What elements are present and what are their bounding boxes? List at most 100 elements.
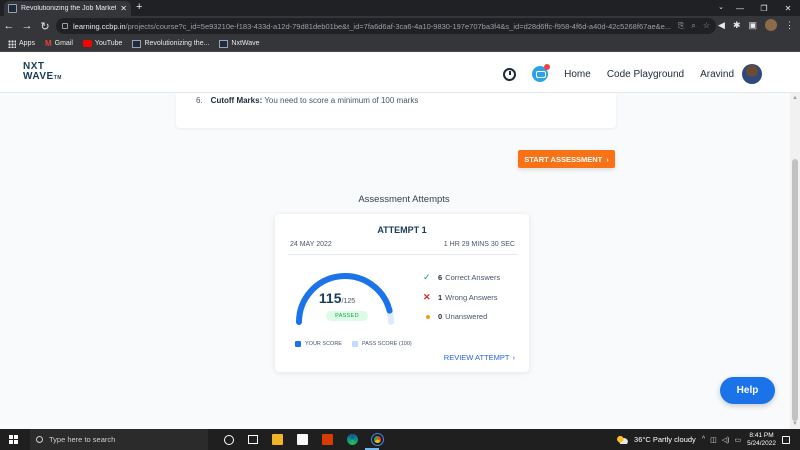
- forward-icon[interactable]: →: [18, 20, 36, 32]
- window-controls: — ❐ ✕: [728, 0, 800, 16]
- stat-unanswered: 0 Unanswered: [423, 312, 500, 321]
- tab-close-icon[interactable]: ✕: [120, 4, 127, 13]
- chevron-right-icon: ›: [606, 154, 609, 164]
- notification-icon[interactable]: [782, 435, 790, 444]
- edge-icon[interactable]: [347, 434, 358, 445]
- stat-correct: ✓ 6 Correct Answers: [423, 272, 501, 282]
- store-icon[interactable]: [297, 434, 308, 445]
- puzzle-icon[interactable]: ✱: [733, 20, 741, 31]
- tray-icons: ^ ◫ ◁) ▭: [702, 436, 741, 444]
- search-icon: [36, 436, 43, 443]
- taskbar-search[interactable]: Type here to search: [30, 429, 208, 450]
- nav-home[interactable]: Home: [564, 69, 591, 80]
- attempt-name: ATTEMPT 1: [377, 225, 427, 235]
- stopwatch-icon[interactable]: [503, 67, 517, 81]
- attempt-card: ATTEMPT 1 24 MAY 2022 1 HR 29 MINS 30 SE…: [275, 214, 529, 372]
- new-tab-button[interactable]: +: [136, 1, 142, 13]
- bookmark-gmail[interactable]: M Gmail: [45, 39, 73, 48]
- office-icon[interactable]: [322, 434, 333, 445]
- bookmark-youtube[interactable]: YouTube: [82, 40, 122, 47]
- gauge-legend: YOUR SCORE PASS SCORE (100): [295, 341, 412, 347]
- attempt-duration: 1 HR 29 MINS 30 SEC: [443, 241, 515, 248]
- answer-stats: ✓ 6 Correct Answers ✕ 1 Wrong Answers 0 …: [423, 272, 500, 321]
- task-view-icon[interactable]: [248, 435, 258, 444]
- bookmark-apps[interactable]: Apps: [8, 39, 35, 48]
- chevron-up-icon[interactable]: ^: [702, 436, 705, 444]
- menu-kebab-icon[interactable]: ⋮: [785, 20, 794, 31]
- gmail-icon: M: [44, 39, 52, 48]
- url-text[interactable]: learning.ccbp.in/projects/course?c_id=5e…: [73, 22, 673, 31]
- omnibox-icons: ⎘ ⌕ ☆: [678, 21, 710, 31]
- file-explorer-icon[interactable]: [272, 434, 283, 445]
- bookmark-star-icon[interactable]: ☆: [703, 21, 710, 31]
- back-icon[interactable]: ←: [0, 20, 18, 32]
- taskbar-apps: [224, 433, 384, 446]
- dot-icon: [423, 315, 432, 319]
- status-badge: PASSED: [326, 311, 368, 321]
- bookmark-revolutionizing[interactable]: Revolutionizing the...: [132, 39, 209, 48]
- extension-icon[interactable]: ◀: [718, 20, 725, 31]
- browser-tab[interactable]: Revolutionizing the Job Market | ✕: [4, 1, 131, 16]
- tab-title: Revolutionizing the Job Market |: [21, 5, 117, 12]
- header-nav: Home Code Playground Aravind: [503, 64, 762, 84]
- reload-icon[interactable]: ↻: [36, 20, 54, 33]
- network-icon[interactable]: ◫: [710, 436, 717, 444]
- page-scrollbar[interactable]: ▲ ▼: [790, 93, 800, 429]
- close-window-icon[interactable]: ✕: [776, 0, 800, 16]
- chat-notification-icon[interactable]: [532, 64, 551, 82]
- apps-grid-icon: [8, 39, 16, 48]
- minimize-icon[interactable]: —: [728, 0, 752, 16]
- cortana-icon[interactable]: [224, 434, 234, 445]
- score-display: 115/125: [275, 290, 399, 306]
- attempts-heading: Assessment Attempts: [358, 194, 450, 205]
- weather-text[interactable]: 36°C Partly cloudy: [634, 435, 696, 444]
- weather-icon: [617, 435, 629, 444]
- review-attempt-link[interactable]: REVIEW ATTEMPT ›: [444, 353, 515, 362]
- search-icon[interactable]: ⌕: [691, 21, 695, 31]
- youtube-icon: [82, 40, 92, 47]
- share-icon[interactable]: ⎘: [678, 21, 684, 31]
- legend-your-score: YOUR SCORE: [295, 341, 342, 347]
- system-tray: 36°C Partly cloudy ^ ◫ ◁) ▭ 8:41 PM 5/24…: [617, 429, 790, 450]
- user-name: Aravind: [700, 68, 734, 80]
- toolbar-extensions: ◀ ✱ ▣ ⋮: [718, 19, 794, 31]
- profile-avatar[interactable]: [765, 19, 777, 31]
- chrome-icon[interactable]: [371, 433, 384, 446]
- lock-icon[interactable]: [62, 23, 68, 29]
- user-menu[interactable]: Aravind: [700, 64, 762, 84]
- nxtwave-favicon-icon: [219, 39, 229, 48]
- start-assessment-button[interactable]: START ASSESSMENT ›: [518, 150, 615, 168]
- maximize-icon[interactable]: ❐: [752, 0, 776, 16]
- chevron-right-icon: ›: [512, 353, 516, 362]
- instructions-card: 6. Cutoff Marks: You need to score a mini…: [176, 93, 616, 128]
- user-avatar: [742, 64, 762, 84]
- legend-swatch-blue: [295, 341, 301, 347]
- nxtwave-logo[interactable]: NXT WAVETM: [23, 62, 62, 83]
- tab-search-chevron-icon[interactable]: ⌄: [718, 3, 724, 11]
- scroll-down-icon[interactable]: ▼: [792, 421, 798, 427]
- check-icon: ✓: [423, 272, 431, 282]
- nxtwave-favicon-icon: [132, 39, 142, 48]
- keyboard-icon[interactable]: ▭: [734, 436, 741, 444]
- clock[interactable]: 8:41 PM 5/24/2022: [747, 432, 776, 448]
- score-value: 115: [318, 290, 342, 306]
- stat-wrong: ✕ 1 Wrong Answers: [423, 292, 498, 302]
- help-button[interactable]: Help: [720, 377, 775, 404]
- instruction-item: 6. Cutoff Marks: You need to score a mini…: [196, 96, 419, 105]
- address-bar[interactable]: learning.ccbp.in/projects/course?c_id=5e…: [56, 18, 716, 34]
- windows-start-icon[interactable]: [9, 435, 18, 444]
- scroll-up-icon[interactable]: ▲: [792, 95, 798, 101]
- nav-code-playground[interactable]: Code Playground: [607, 69, 684, 80]
- sidepanel-icon[interactable]: ▣: [748, 20, 757, 31]
- legend-pass-score: PASS SCORE (100): [351, 341, 412, 347]
- volume-icon[interactable]: ◁): [722, 436, 730, 444]
- legend-swatch-light: [351, 341, 358, 347]
- divider: [288, 254, 518, 255]
- browser-toolbar: ← → ↻ learning.ccbp.in/projects/course?c…: [0, 16, 800, 36]
- score-total: /125: [341, 298, 356, 305]
- app-header: NXT WAVETM Home Code Playground Aravind: [0, 53, 800, 93]
- cross-icon: ✕: [423, 292, 431, 302]
- attempt-date: 24 MAY 2022: [290, 241, 332, 248]
- bookmark-nxtwave[interactable]: NxtWave: [219, 39, 260, 48]
- nxtwave-favicon-icon: [8, 4, 17, 13]
